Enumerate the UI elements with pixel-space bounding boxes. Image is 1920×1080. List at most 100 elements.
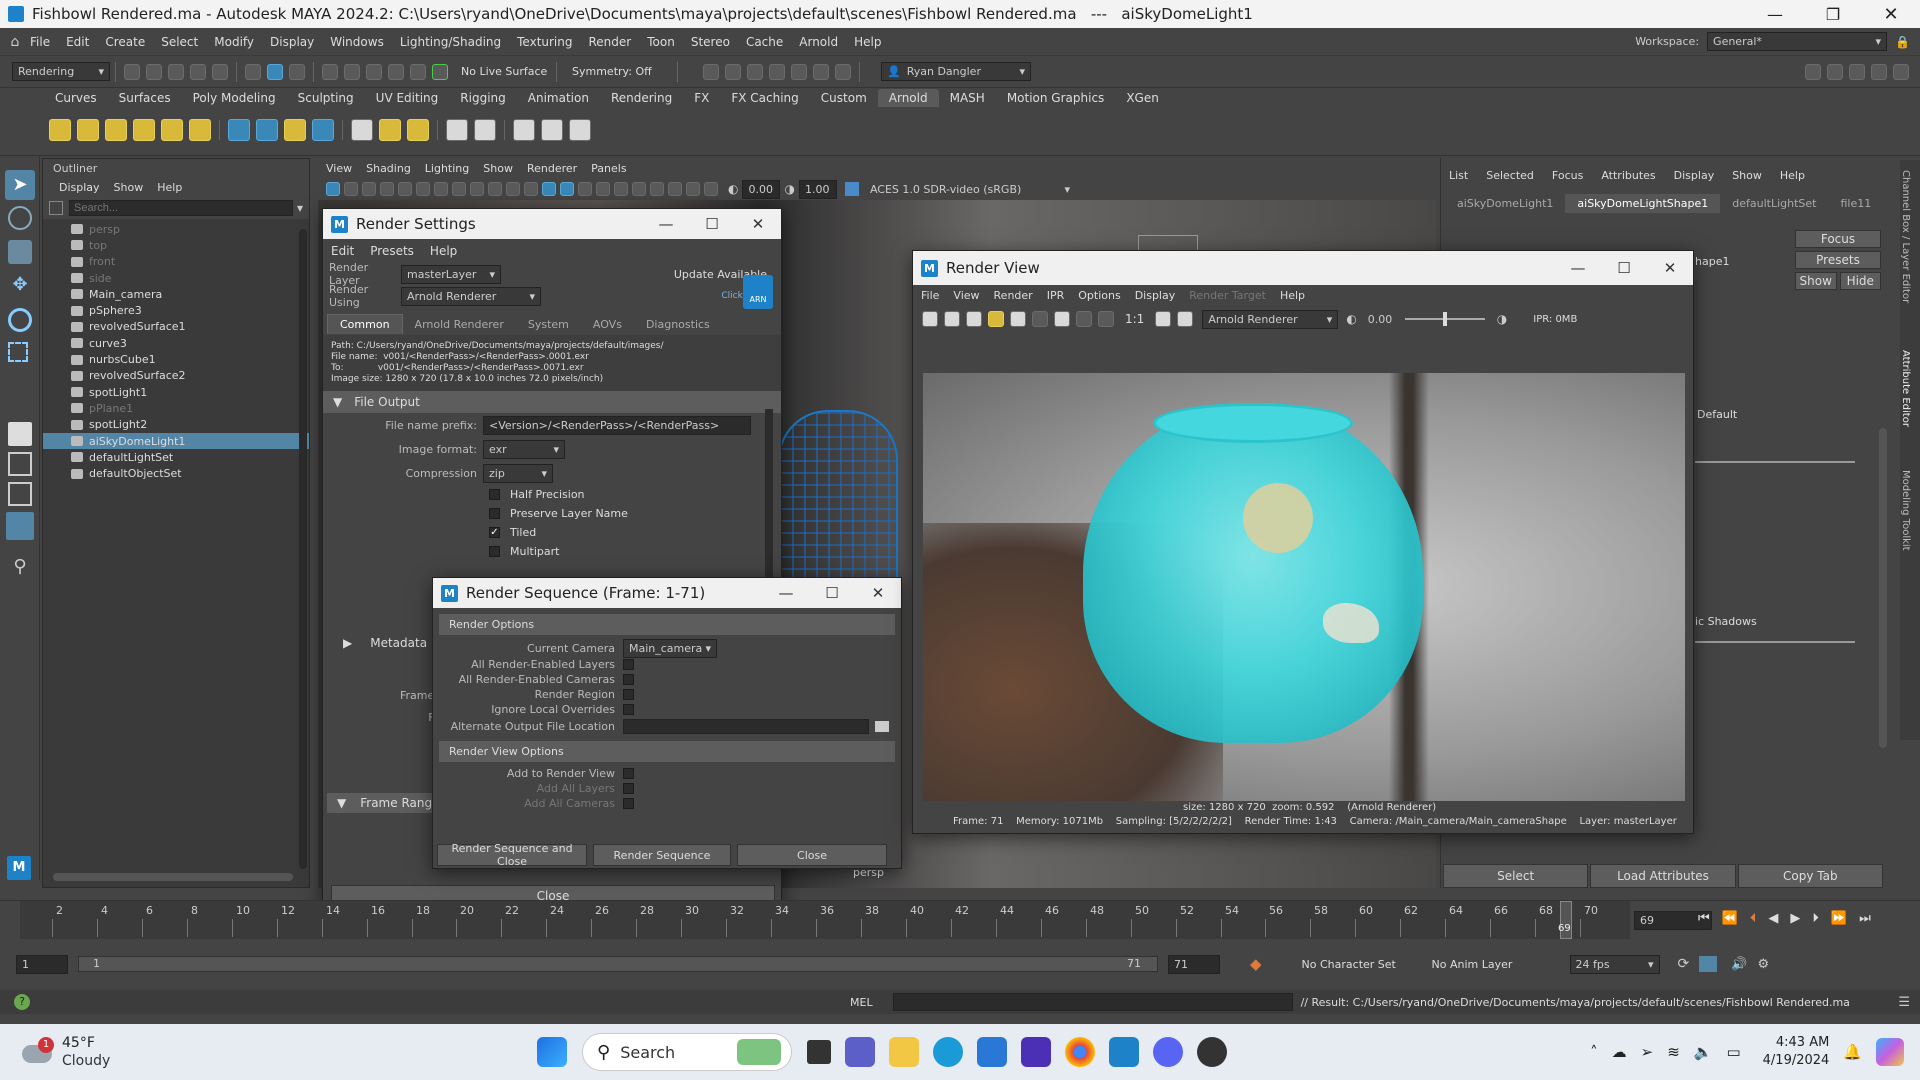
- render-region-icon[interactable]: [474, 119, 496, 141]
- outliner-item-nurbscube1[interactable]: nurbsCube1: [43, 351, 309, 367]
- shelf-tab-mash[interactable]: MASH: [939, 89, 996, 107]
- location-icon[interactable]: ➢: [1641, 1043, 1654, 1061]
- color-management-icon[interactable]: [844, 182, 859, 196]
- filter-icon[interactable]: [49, 201, 63, 215]
- character-set-dropdown[interactable]: No Character Set: [1302, 958, 1422, 971]
- shelf-tab-rigging[interactable]: Rigging: [449, 89, 516, 107]
- character-controls-icon[interactable]: [1827, 63, 1843, 80]
- outliner-item-side[interactable]: side: [43, 270, 309, 286]
- export-icon[interactable]: [446, 119, 468, 141]
- command-input[interactable]: [892, 993, 1293, 1011]
- ae-menu-selected[interactable]: Selected: [1486, 169, 1534, 182]
- rs-tab-arnold-renderer[interactable]: Arnold Renderer: [403, 315, 516, 334]
- rs-menu-help[interactable]: Help: [430, 244, 457, 258]
- render-sequence-and-close-button[interactable]: Render Sequence and Close: [437, 842, 587, 868]
- render-sequence-button[interactable]: Render Sequence: [593, 844, 731, 866]
- render-layer-dropdown[interactable]: masterLayer ▾: [401, 264, 501, 284]
- playblast-icon[interactable]: [541, 119, 563, 141]
- layout-outliner-icon[interactable]: [6, 512, 34, 540]
- save-scene-icon[interactable]: [168, 63, 184, 80]
- renderer-dropdown[interactable]: Arnold Renderer ▾: [1202, 309, 1339, 329]
- file-output-section[interactable]: ▼ File Output: [323, 391, 781, 413]
- checkbox[interactable]: [489, 489, 500, 500]
- load-attributes-button[interactable]: Load Attributes: [1590, 864, 1736, 888]
- menu-lighting-shading[interactable]: Lighting/Shading: [400, 35, 501, 49]
- scale-tool-icon[interactable]: [8, 342, 28, 362]
- ae-menu-help[interactable]: Help: [1780, 169, 1805, 182]
- arnold-render-view-icon[interactable]: [813, 63, 829, 80]
- rs-menu-presets[interactable]: Presets: [370, 244, 414, 258]
- menu-stereo[interactable]: Stereo: [691, 35, 730, 49]
- ae-tab-defaultlightset[interactable]: defaultLightSet: [1720, 194, 1828, 213]
- minimize-icon[interactable]: —: [1555, 259, 1601, 277]
- arnold-badge[interactable]: ARN: [743, 275, 773, 309]
- checkbox[interactable]: [623, 674, 634, 685]
- exposure-slider[interactable]: [1404, 312, 1485, 326]
- taskbar-search[interactable]: ⚲ Search: [582, 1033, 792, 1071]
- skydome-light-icon[interactable]: [49, 119, 71, 141]
- workspace-dropdown[interactable]: General* ▾: [1707, 32, 1888, 51]
- lasso-tool-icon[interactable]: [8, 206, 32, 230]
- redo-icon[interactable]: [212, 63, 228, 80]
- microsoft-store-icon[interactable]: [977, 1037, 1007, 1067]
- ae-menu-show[interactable]: Show: [1732, 169, 1762, 182]
- isolate-select-icon[interactable]: [686, 182, 700, 196]
- weather-widget[interactable]: 1 45°F Cloudy: [22, 1034, 162, 1070]
- outliner-search-input[interactable]: [69, 200, 293, 216]
- area-light-icon[interactable]: [77, 119, 99, 141]
- checkbox[interactable]: [623, 659, 634, 670]
- rv-menu-options[interactable]: Options: [1078, 289, 1120, 302]
- home-icon[interactable]: ⌂: [0, 34, 30, 50]
- slider-handle[interactable]: [1442, 312, 1447, 326]
- exposure-field[interactable]: 0.00: [742, 179, 781, 199]
- side-tab-channel-box[interactable]: Channel Box / Layer Editor: [1900, 170, 1911, 320]
- layout-two-icon[interactable]: [8, 482, 32, 506]
- modeling-toolkit-icon[interactable]: [1805, 63, 1821, 80]
- paint-select-icon[interactable]: [8, 240, 32, 264]
- snap-view-icon[interactable]: [388, 63, 404, 80]
- motion-blur-icon[interactable]: [650, 182, 664, 196]
- shelf-tab-fx[interactable]: FX: [683, 89, 720, 107]
- grid-icon[interactable]: [434, 182, 448, 196]
- two-d-pan-icon[interactable]: [398, 182, 412, 196]
- rs-tab-common[interactable]: Common: [327, 314, 403, 334]
- show-button[interactable]: Show: [1795, 272, 1837, 290]
- menu-windows[interactable]: Windows: [330, 35, 384, 49]
- rv-menu-render[interactable]: Render: [994, 289, 1033, 302]
- anim-start-field[interactable]: 1: [16, 954, 68, 974]
- focus-button[interactable]: Focus: [1795, 230, 1881, 248]
- tx-manager-icon[interactable]: [379, 119, 401, 141]
- grease-pencil-icon[interactable]: [416, 182, 430, 196]
- smooth-shade-icon[interactable]: [560, 182, 574, 196]
- snap-live-icon[interactable]: [432, 63, 448, 80]
- ae-slider-1[interactable]: [1695, 461, 1855, 463]
- anim-end-field[interactable]: 71: [1168, 954, 1220, 974]
- checkbox[interactable]: [489, 546, 500, 557]
- outliner-vscroll[interactable]: [299, 229, 307, 869]
- volume-icon[interactable]: [256, 119, 278, 141]
- rs-menu-edit[interactable]: Edit: [331, 244, 354, 258]
- render-sequence-close-button[interactable]: Close: [737, 844, 887, 866]
- time-slider[interactable]: 2 4 6 8 10 12 14 16 18 20 22 24 26 28 30 32 34 36 38 40 42 44…: [0, 900, 1920, 940]
- play-backward-icon[interactable]: ◀: [1768, 911, 1778, 926]
- undo-icon[interactable]: [190, 63, 206, 80]
- viewport-menu-shading[interactable]: Shading: [366, 162, 411, 175]
- checkbox[interactable]: [623, 704, 634, 715]
- render-region-icon[interactable]: [944, 311, 960, 327]
- rv-menu-help[interactable]: Help: [1280, 289, 1305, 302]
- current-camera-dropdown[interactable]: Main_camera ▾: [623, 638, 717, 658]
- shelf-tab-fx-caching[interactable]: FX Caching: [720, 89, 809, 107]
- volume-icon[interactable]: 🔈: [1694, 1043, 1713, 1061]
- script-language[interactable]: MEL: [850, 996, 873, 1009]
- remove-image-icon[interactable]: [1032, 311, 1048, 327]
- step-back-frame-icon[interactable]: ⏴: [1750, 911, 1757, 926]
- menu-edit[interactable]: Edit: [66, 35, 89, 49]
- lock-icon[interactable]: 🔒: [1895, 35, 1910, 49]
- outliner-item-main_camera[interactable]: Main_camera: [43, 286, 309, 302]
- open-scene-icon[interactable]: [146, 63, 162, 80]
- menu-file[interactable]: File: [30, 35, 50, 49]
- render-image[interactable]: [923, 373, 1685, 801]
- select-tool-icon[interactable]: ➤: [5, 170, 35, 200]
- side-tab-modeling-toolkit[interactable]: Modeling Toolkit: [1900, 470, 1911, 580]
- shelf-tab-curves[interactable]: Curves: [44, 89, 108, 107]
